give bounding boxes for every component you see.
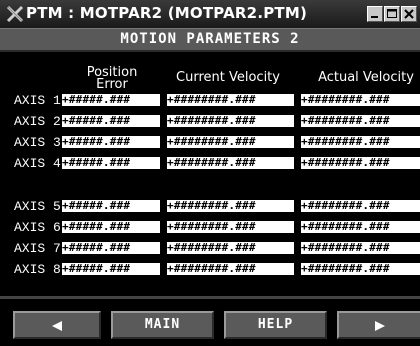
axis-label: AXIS 2 [14, 114, 61, 129]
actual-velocity-field: +########.### [301, 242, 420, 254]
axis-label: AXIS 4 [14, 156, 61, 171]
footer-bar: MAIN HELP [0, 296, 420, 346]
maximize-button[interactable] [384, 6, 400, 22]
screen-header: MOTION PARAMETERS 2 [0, 29, 420, 52]
app-icon[interactable] [5, 4, 25, 24]
help-button[interactable]: HELP [224, 311, 327, 339]
axis-label: AXIS 5 [14, 199, 61, 214]
actual-velocity-field: +########.### [301, 200, 420, 212]
minimize-button[interactable] [367, 6, 383, 22]
actual-velocity-field: +########.### [301, 115, 420, 127]
main-button[interactable]: MAIN [111, 311, 214, 339]
maximize-icon [387, 9, 397, 18]
axis-label: AXIS 1 [14, 93, 61, 108]
position-error-field: +#####.### [62, 136, 160, 148]
column-header-actual-velocity: Actual Velocity [318, 70, 414, 85]
minimize-icon [371, 16, 378, 18]
position-error-field: +#####.### [62, 200, 160, 212]
position-error-field: +#####.### [62, 242, 160, 254]
prev-button[interactable] [13, 311, 101, 339]
next-button[interactable] [337, 311, 420, 339]
axis-label: AXIS 3 [14, 135, 61, 150]
current-velocity-field: +########.### [167, 200, 294, 212]
actual-velocity-field: +########.### [301, 157, 420, 169]
actual-velocity-field: +########.### [301, 221, 420, 233]
axis-label: AXIS 7 [14, 241, 61, 256]
close-icon [404, 9, 414, 19]
current-velocity-field: +########.### [167, 136, 294, 148]
app-window: PTM : MOTPAR2 (MOTPAR2.PTM) MOTION PARAM… [0, 0, 420, 346]
current-velocity-field: +########.### [167, 115, 294, 127]
position-error-field: +#####.### [62, 221, 160, 233]
right-arrow-icon [375, 321, 385, 331]
current-velocity-field: +########.### [167, 242, 294, 254]
actual-velocity-field: +########.### [301, 263, 420, 275]
column-header-current-velocity: Current Velocity [176, 70, 280, 85]
axis-label: AXIS 6 [14, 220, 61, 235]
left-arrow-icon [52, 321, 62, 331]
actual-velocity-field: +########.### [301, 94, 420, 106]
position-error-field: +#####.### [62, 115, 160, 127]
position-error-field: +#####.### [62, 94, 160, 106]
column-header-position-error: Position Error [86, 65, 138, 92]
actual-velocity-field: +########.### [301, 136, 420, 148]
close-button[interactable] [401, 6, 417, 22]
axis-label: AXIS 8 [14, 262, 61, 277]
current-velocity-field: +########.### [167, 94, 294, 106]
current-velocity-field: +########.### [167, 221, 294, 233]
current-velocity-field: +########.### [167, 263, 294, 275]
title-bar[interactable]: PTM : MOTPAR2 (MOTPAR2.PTM) [0, 0, 420, 29]
current-velocity-field: +########.### [167, 157, 294, 169]
position-error-field: +#####.### [62, 263, 160, 275]
position-error-field: +#####.### [62, 157, 160, 169]
window-title: PTM : MOTPAR2 (MOTPAR2.PTM) [26, 4, 308, 22]
